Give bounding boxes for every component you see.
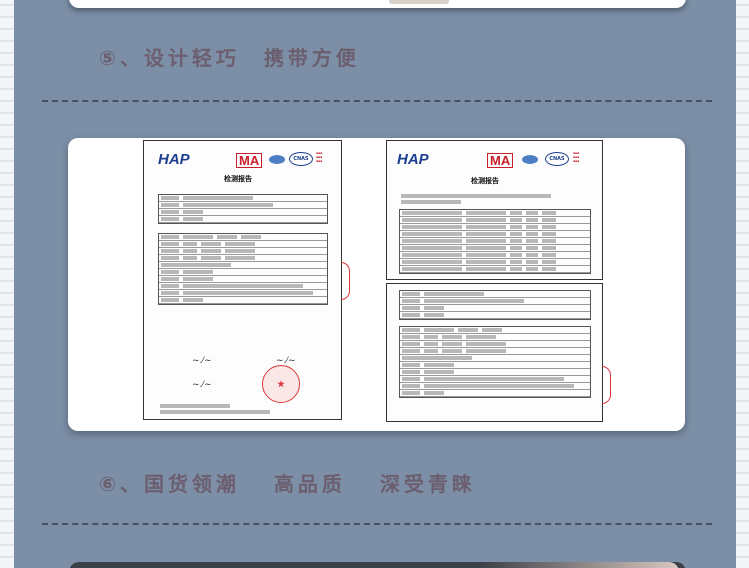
section-6-separator: 、 <box>119 472 144 496</box>
product-image-fragment <box>389 0 449 4</box>
previous-image-card <box>69 0 686 8</box>
signature-1: ~ﾉ~ <box>192 356 212 366</box>
content-panel: ⑤、设计轻巧携带方便 HAP MA CNAS ▪▪▪▪▪▪▪▪▪ 检测报告 <box>14 0 736 568</box>
report-intro-lines <box>399 193 589 205</box>
hap-logo: HAP <box>397 151 429 168</box>
dashed-divider <box>42 100 712 102</box>
report-sample-table <box>399 326 591 398</box>
hap-logo: HAP <box>158 151 190 168</box>
section-6-phrase-2: 高品质 <box>273 472 346 496</box>
section-6-phrase-3: 深受青睐 <box>379 472 476 496</box>
next-image-card <box>69 562 686 568</box>
signature-3: ~ﾉ~ <box>192 380 212 390</box>
cnas-logo: CNAS <box>545 152 569 166</box>
seam-seal <box>602 366 611 404</box>
ilac-logo <box>269 155 285 164</box>
dashed-divider <box>42 523 712 525</box>
report-footer-lines <box>158 403 288 415</box>
section-5-phrase-1: 设计轻巧 <box>143 46 240 70</box>
section-5-separator: 、 <box>119 46 144 70</box>
right-edge-strip <box>735 0 749 568</box>
report-title: 检测报告 <box>471 177 499 185</box>
report-title: 检测报告 <box>224 175 252 183</box>
section-6-heading: ⑥、国货领潮 高品质 深受青睐 <box>99 468 476 497</box>
product-image-fragment <box>479 562 679 568</box>
results-table <box>399 209 591 274</box>
section-6-phrase-1: 国货领潮 <box>143 472 240 496</box>
section-5-number: ⑤ <box>99 46 120 70</box>
seam-seal <box>341 262 350 300</box>
certification-mark: ▪▪▪ ▪▪▪ ▪▪▪ <box>316 151 323 163</box>
test-report-info-page <box>386 283 603 422</box>
test-report-results-page: HAP MA CNAS ▪▪▪ ▪▪▪ ▪▪▪ 检测报告 <box>386 140 603 280</box>
certification-mark: ▪▪▪ ▪▪▪ ▪▪▪ <box>573 151 580 163</box>
section-5-phrase-2: 携带方便 <box>263 46 360 70</box>
ma-logo: MA <box>487 153 514 168</box>
ilac-logo <box>522 155 538 164</box>
section-5-heading: ⑤、设计轻巧 携带方便 <box>99 42 360 71</box>
test-report-document: HAP MA CNAS ▪▪▪ ▪▪▪ ▪▪▪ 检测报告 ~ﾉ~ ~ﾉ~ ~ﾉ~ <box>143 140 342 420</box>
report-sample-table <box>158 233 328 305</box>
left-edge-strip <box>0 0 14 568</box>
report-info-table <box>158 194 328 224</box>
official-seal <box>262 365 300 403</box>
test-report-card: HAP MA CNAS ▪▪▪ ▪▪▪ ▪▪▪ 检测报告 ~ﾉ~ ~ﾉ~ ~ﾉ~… <box>68 138 685 431</box>
ma-logo: MA <box>236 153 263 168</box>
section-6-number: ⑥ <box>99 472 120 496</box>
cnas-logo: CNAS <box>289 152 313 166</box>
report-info-table <box>399 290 591 320</box>
